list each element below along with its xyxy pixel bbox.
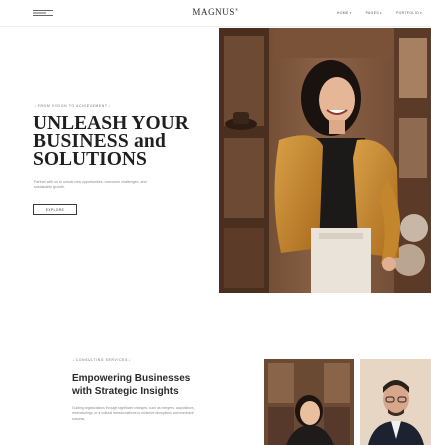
nav-item-home[interactable]: HOME ▾	[337, 11, 352, 15]
nav-item-portfolio[interactable]: PORTFOLIO ▾	[396, 11, 422, 15]
nav-item-label: HOME	[336, 11, 349, 15]
hero-photo	[219, 28, 431, 293]
nav-item-label: PAGES	[365, 11, 380, 15]
main-nav: HOME ▾ PAGES ▾ PORTFOLIO ▾	[337, 11, 422, 15]
chevron-down-icon: ▾	[380, 11, 382, 15]
hero-title-line: SOLUTIONS	[33, 149, 147, 170]
services-kicker: CONSULTING SERVICES	[72, 358, 132, 362]
services-title-line: with Strategic Insights	[72, 386, 179, 397]
woman-portrait-photo	[264, 359, 354, 445]
team-photo-man	[360, 359, 431, 445]
nav-item-pages[interactable]: PAGES ▾	[366, 11, 382, 15]
chevron-down-icon: ▾	[420, 11, 422, 15]
chevron-down-icon: ▾	[349, 11, 352, 15]
brand-registered-mark: ®	[234, 7, 239, 12]
brand-name: MAGNUS	[192, 7, 235, 17]
nav-item-label: PORTFOLIO	[395, 11, 420, 15]
man-portrait-photo	[360, 359, 431, 445]
hero-kicker: FROM VISION TO ACHIEVEMENT	[34, 104, 111, 108]
team-photo-woman	[264, 359, 354, 445]
services-description: Guiding organizations through significan…	[72, 406, 195, 421]
services-title: Empowering Businesses with Strategic Ins…	[72, 372, 242, 398]
site-header: MAGNUS® HOME ▾ PAGES ▾ PORTFOLIO ▾	[0, 0, 431, 27]
explore-button[interactable]: EXPLORE	[33, 204, 77, 215]
hero-title: UNLEASH YOUR BUSINESS and SOLUTIONS	[33, 114, 213, 170]
woman-smiling-photo	[219, 28, 431, 293]
hero-description: Partner with us to unlock new opportunit…	[34, 180, 147, 189]
services-title-line: Empowering Businesses	[72, 373, 191, 384]
